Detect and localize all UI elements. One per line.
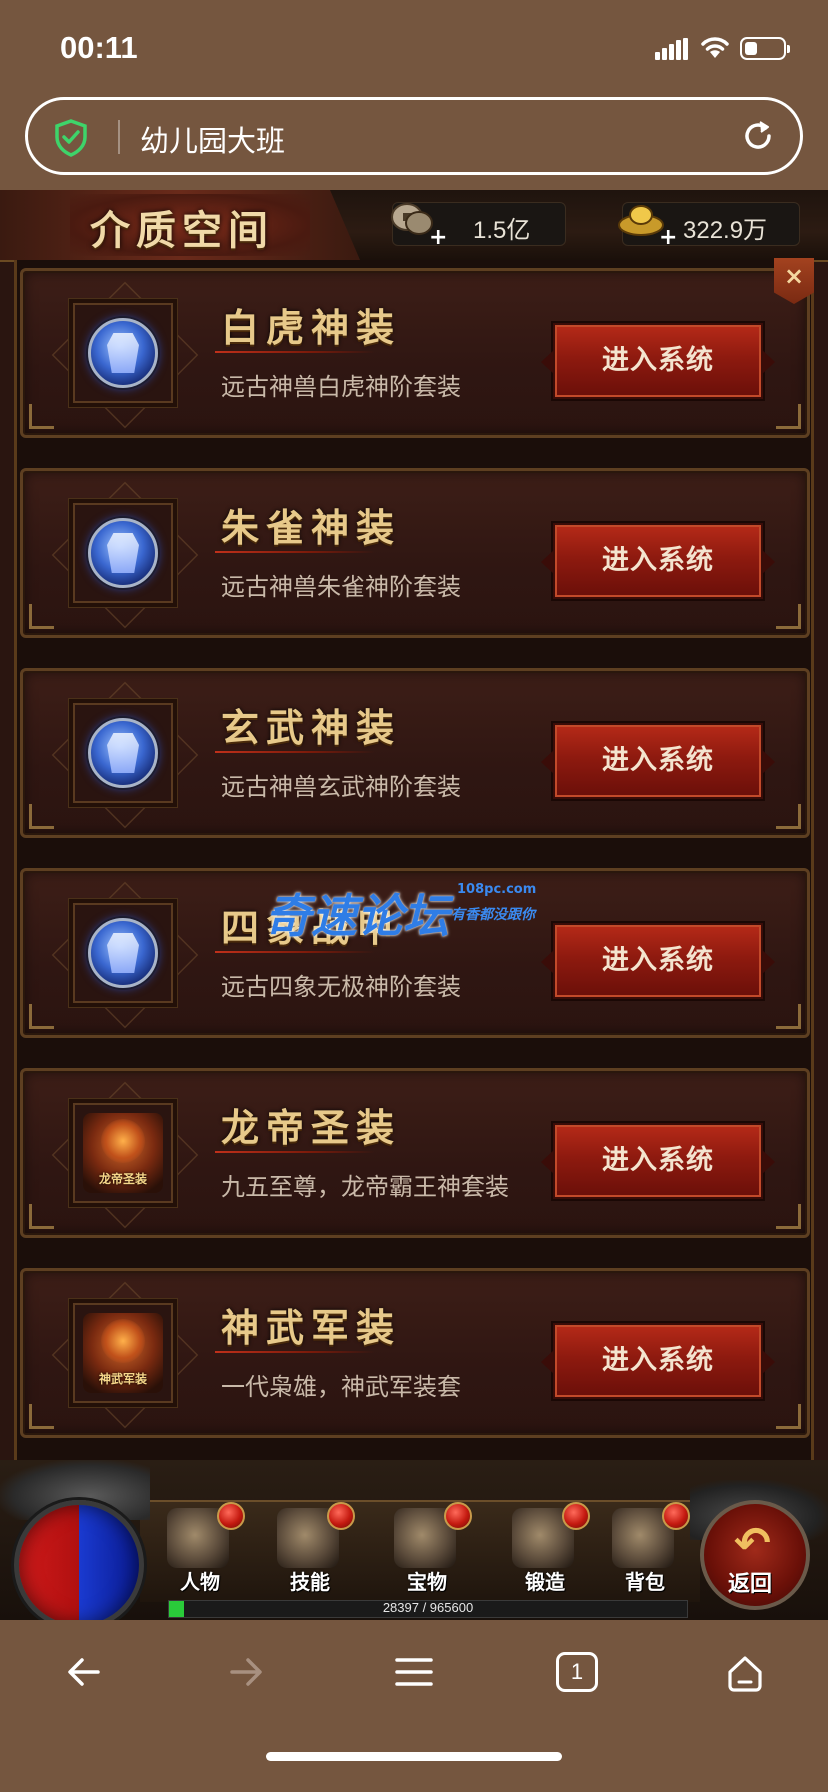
address-divider bbox=[118, 120, 120, 154]
hp-mp-orb bbox=[14, 1500, 144, 1620]
four-symbols-armor-icon bbox=[88, 918, 158, 988]
card-description: 一代枭雄，神武军装套 bbox=[221, 1373, 461, 1401]
copper-value: 1.5亿 bbox=[473, 217, 531, 244]
enter-system-button[interactable]: 进入系统 bbox=[553, 1323, 763, 1399]
watermark-slogan: 有香都没跟你 bbox=[451, 907, 535, 923]
menu-label: 锻造 bbox=[525, 1570, 565, 1594]
status-time: 00:11 bbox=[60, 30, 138, 65]
return-button[interactable]: ↶ 返回 bbox=[700, 1500, 810, 1610]
icon-frame: 龙帝圣装 bbox=[73, 1103, 173, 1203]
card-title: 龙帝圣装 bbox=[221, 1105, 402, 1150]
notification-dot bbox=[444, 1502, 472, 1530]
battery-icon bbox=[740, 37, 790, 60]
page-title: 介质空间 bbox=[90, 207, 274, 254]
menu-item-character[interactable]: 人物 bbox=[155, 1502, 245, 1598]
card-description: 远古神兽朱雀神阶套装 bbox=[221, 573, 461, 601]
system-card-white-tiger: 白虎神装 远古神兽白虎神阶套装 进入系统 bbox=[20, 268, 810, 438]
watermark-title: 奇速论坛 bbox=[265, 889, 449, 943]
home-indicator bbox=[266, 1752, 562, 1761]
menu-item-forge[interactable]: 锻造 bbox=[500, 1502, 590, 1598]
card-description: 远古四象无极神阶套装 bbox=[221, 973, 461, 1001]
title-underline bbox=[215, 751, 375, 753]
game-header: 介质空间 + 1.5亿 + 322.9万 bbox=[0, 190, 828, 262]
return-arrow-icon: ↶ bbox=[734, 1518, 771, 1569]
card-title: 朱雀神装 bbox=[221, 505, 402, 550]
title-underline bbox=[215, 951, 375, 953]
card-title: 神武军装 bbox=[221, 1305, 402, 1350]
menu-item-treasure[interactable]: 宝物 bbox=[382, 1502, 472, 1598]
game-view: 介质空间 + 1.5亿 + 322.9万 白虎神装 远古神兽白虎神阶套装 进入系… bbox=[0, 190, 828, 1620]
add-gold-icon[interactable]: + bbox=[659, 225, 677, 250]
watermark: 奇速论坛 108pc.com 有香都没跟你 bbox=[265, 880, 565, 950]
gold-value: 322.9万 bbox=[683, 217, 768, 244]
bottom-menu-bar: 人物 技能 宝物 锻造 背包 ↶ 返回 bbox=[0, 1460, 828, 1620]
gold-currency[interactable]: + 322.9万 bbox=[618, 202, 800, 250]
enter-system-button[interactable]: 进入系统 bbox=[553, 723, 763, 799]
system-card-divine-military: 神武军装 神武军装 一代枭雄，神武军装套 进入系统 bbox=[20, 1268, 810, 1438]
white-tiger-armor-icon bbox=[88, 318, 158, 388]
menu-label: 人物 bbox=[180, 1570, 220, 1594]
vermilion-bird-armor-icon bbox=[88, 518, 158, 588]
medal-label: 神武军装 bbox=[98, 1372, 147, 1386]
notification-dot bbox=[327, 1502, 355, 1530]
card-description: 远古神兽白虎神阶套装 bbox=[221, 373, 461, 401]
return-label: 返回 bbox=[728, 1572, 773, 1597]
shield-check-icon bbox=[55, 119, 87, 157]
menu-item-skills[interactable]: 技能 bbox=[265, 1502, 355, 1598]
icon-frame bbox=[73, 303, 173, 403]
icon-frame: 神武军装 bbox=[73, 1303, 173, 1403]
reload-icon[interactable] bbox=[740, 118, 776, 154]
experience-bar: 28397 / 965600 bbox=[168, 1600, 688, 1618]
enter-system-button[interactable]: 进入系统 bbox=[553, 1123, 763, 1199]
system-card-black-tortoise: 玄武神装 远古神兽玄武神阶套装 进入系统 bbox=[20, 668, 810, 838]
card-description: 远古神兽玄武神阶套装 bbox=[221, 773, 461, 801]
divine-military-icon: 神武军装 bbox=[83, 1313, 163, 1393]
browser-toolbar: 1 bbox=[0, 1620, 828, 1792]
address-text[interactable]: 幼儿园大班 bbox=[140, 118, 285, 160]
close-icon: × bbox=[784, 262, 805, 290]
card-title: 玄武神装 bbox=[221, 705, 402, 750]
black-tortoise-armor-icon bbox=[88, 718, 158, 788]
notification-dot bbox=[217, 1502, 245, 1530]
menu-item-bag[interactable]: 背包 bbox=[600, 1502, 690, 1598]
address-bar[interactable]: 幼儿园大班 bbox=[25, 97, 803, 175]
menu-label: 宝物 bbox=[407, 1570, 447, 1594]
copper-currency[interactable]: + 1.5亿 bbox=[391, 202, 566, 250]
enter-system-button[interactable]: 进入系统 bbox=[553, 323, 763, 399]
forward-arrow-icon[interactable] bbox=[226, 1652, 266, 1692]
watermark-site: 108pc.com bbox=[457, 882, 537, 897]
back-arrow-icon[interactable] bbox=[64, 1652, 104, 1692]
menu-label: 背包 bbox=[625, 1570, 665, 1594]
icon-frame bbox=[73, 903, 173, 1003]
title-underline bbox=[215, 1351, 375, 1353]
system-card-dragon-emperor: 龙帝圣装 龙帝圣装 九五至尊，龙帝霸王神套装 进入系统 bbox=[20, 1068, 810, 1238]
title-underline bbox=[215, 1151, 375, 1153]
icon-frame bbox=[73, 503, 173, 603]
wifi-icon bbox=[701, 37, 729, 58]
status-bar: 00:11 bbox=[0, 0, 828, 96]
cellular-signal-icon bbox=[655, 38, 689, 60]
system-card-vermilion-bird: 朱雀神装 远古神兽朱雀神阶套装 进入系统 bbox=[20, 468, 810, 638]
card-title: 白虎神装 bbox=[221, 305, 402, 350]
enter-system-button[interactable]: 进入系统 bbox=[553, 923, 763, 999]
tabs-icon[interactable]: 1 bbox=[556, 1652, 598, 1692]
dragon-emperor-icon: 龙帝圣装 bbox=[83, 1113, 163, 1193]
notification-dot bbox=[662, 1502, 690, 1530]
medal-label: 龙帝圣装 bbox=[98, 1172, 147, 1186]
experience-text: 28397 / 965600 bbox=[382, 1600, 474, 1615]
enter-system-button[interactable]: 进入系统 bbox=[553, 523, 763, 599]
home-icon[interactable] bbox=[724, 1652, 766, 1694]
title-underline bbox=[215, 551, 375, 553]
icon-frame bbox=[73, 703, 173, 803]
menu-label: 技能 bbox=[290, 1570, 330, 1594]
add-copper-icon[interactable]: + bbox=[429, 225, 447, 250]
notification-dot bbox=[562, 1502, 590, 1530]
title-underline bbox=[215, 351, 375, 353]
menu-icon[interactable] bbox=[394, 1652, 434, 1692]
card-description: 九五至尊，龙帝霸王神套装 bbox=[221, 1173, 509, 1201]
